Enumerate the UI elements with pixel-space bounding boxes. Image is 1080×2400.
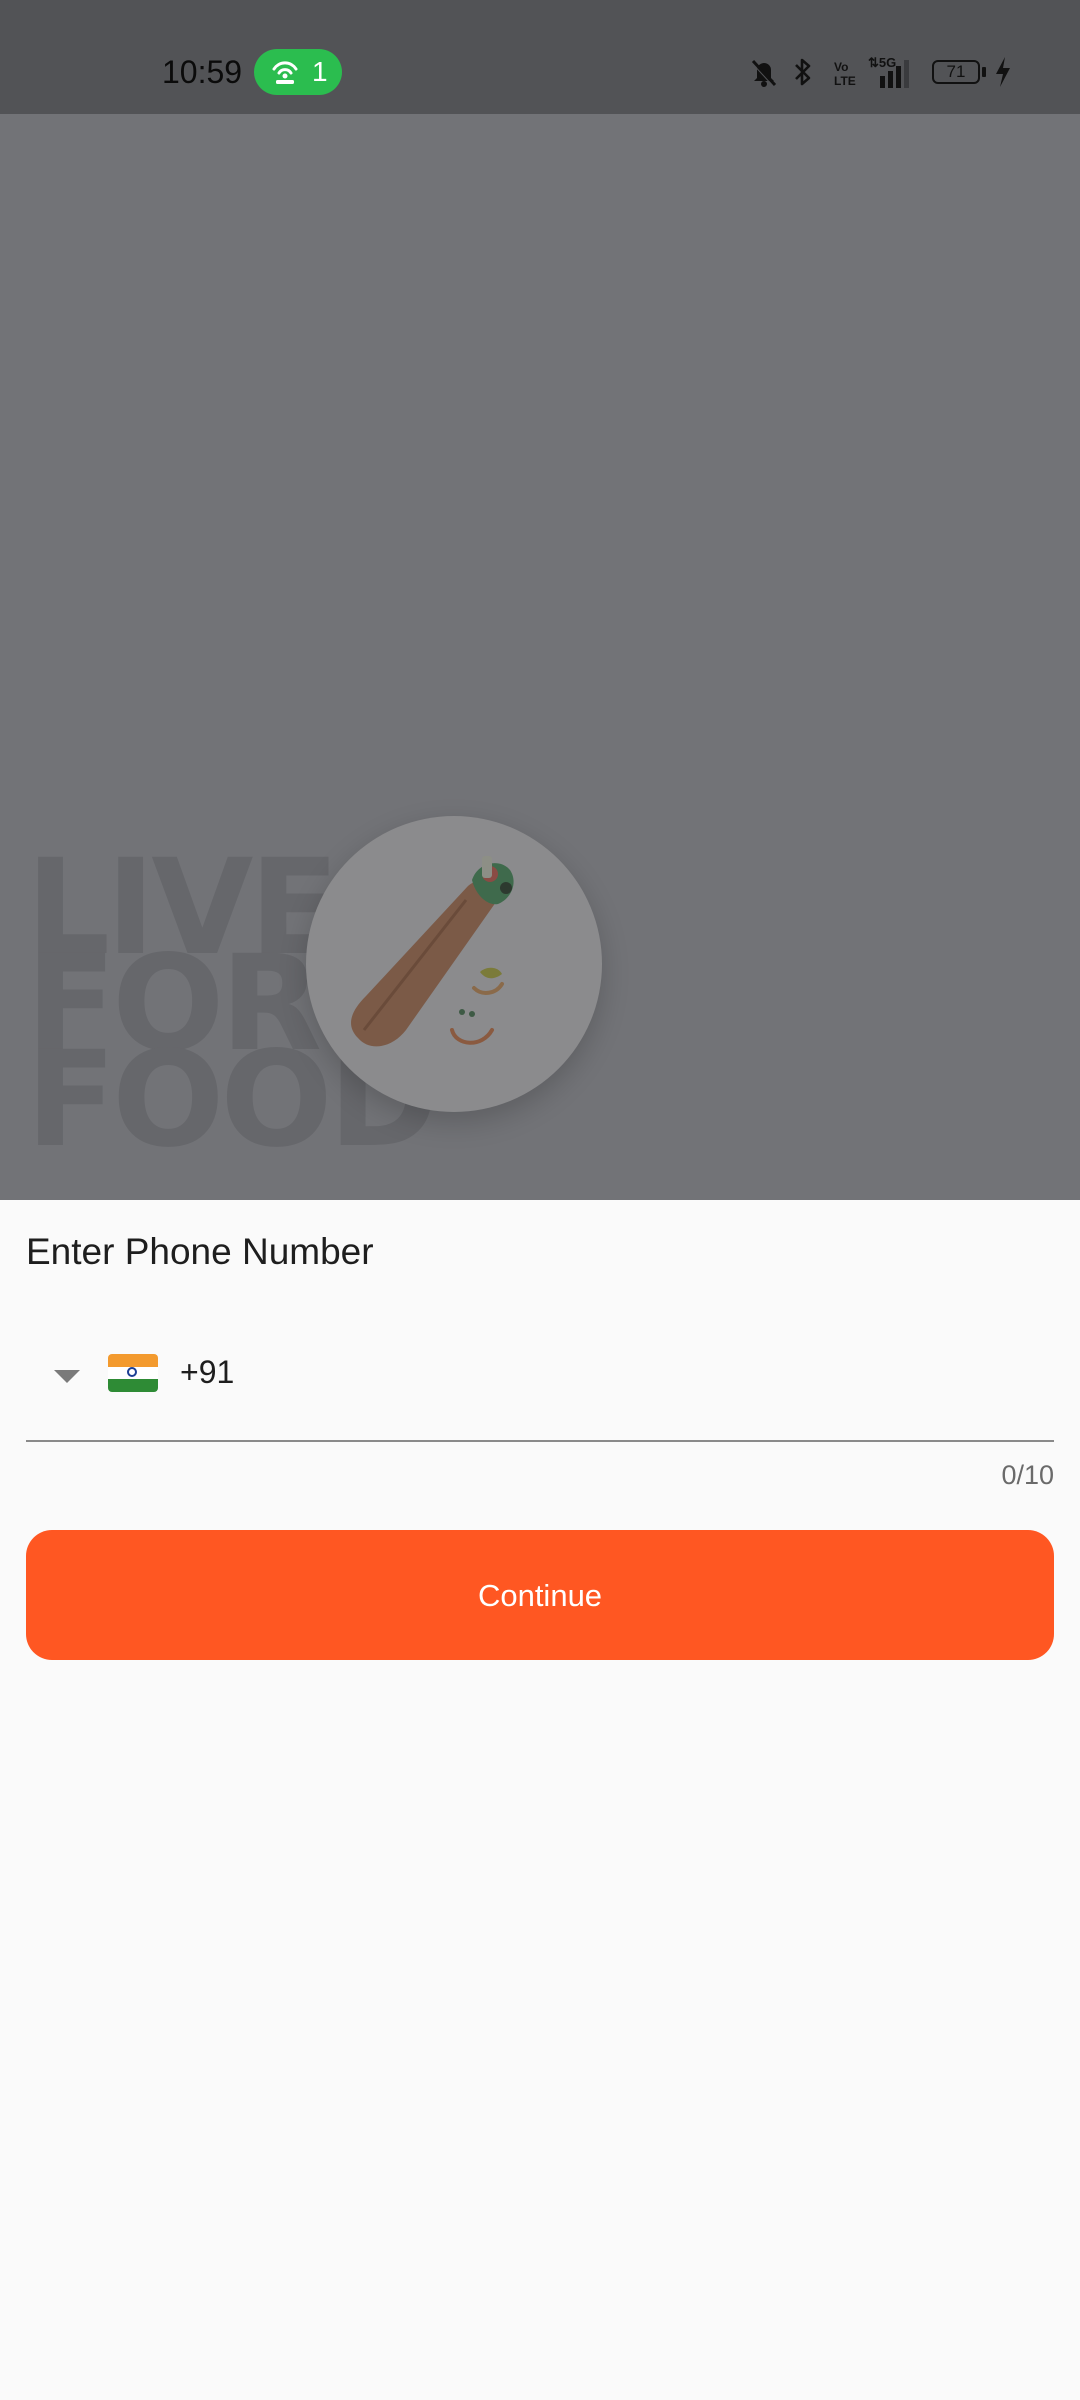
- india-flag-icon[interactable]: [108, 1354, 158, 1392]
- hotspot-count: 1: [312, 56, 328, 87]
- volte-icon: Vo LTE: [834, 60, 856, 88]
- hotspot-indicator[interactable]: 1: [254, 49, 342, 95]
- food-illustration: [306, 816, 602, 1112]
- battery-icon: 71: [932, 60, 980, 84]
- phone-field[interactable]: +91: [26, 1300, 1054, 1442]
- page-title: Enter Phone Number: [26, 1231, 374, 1272]
- svg-text:⇅5G: ⇅5G: [868, 55, 896, 70]
- charging-icon: [996, 57, 1010, 87]
- signal-5g-icon: ⇅5G: [868, 55, 909, 88]
- chevron-down-icon[interactable]: [54, 1370, 80, 1383]
- status-time: 10:59: [162, 54, 243, 90]
- country-dial-code[interactable]: +91: [180, 1352, 234, 1392]
- character-counter: 0/10: [1001, 1460, 1054, 1490]
- hero-backdrop[interactable]: LIVE FOR FOOD: [0, 114, 1080, 1200]
- svg-text:LTE: LTE: [834, 74, 856, 88]
- svg-text:Vo: Vo: [834, 60, 848, 74]
- battery-cap: [982, 67, 986, 77]
- hotspot-icon: [272, 61, 298, 84]
- wrap-icon: [351, 856, 514, 1047]
- bluetooth-icon: [795, 58, 811, 86]
- continue-button[interactable]: Continue: [26, 1530, 1054, 1660]
- status-bar: 10:59 1 Vo LTE ⇅5G 71: [0, 0, 1080, 114]
- mute-icon: [750, 59, 777, 87]
- phone-number-input[interactable]: [256, 1340, 1040, 1406]
- login-screen: 10:59 1 Vo LTE ⇅5G 71 LIVE FOR FOOD Ente…: [0, 0, 1080, 2400]
- login-sheet: Enter Phone Number +91 0/10 Continue: [0, 1200, 1080, 2400]
